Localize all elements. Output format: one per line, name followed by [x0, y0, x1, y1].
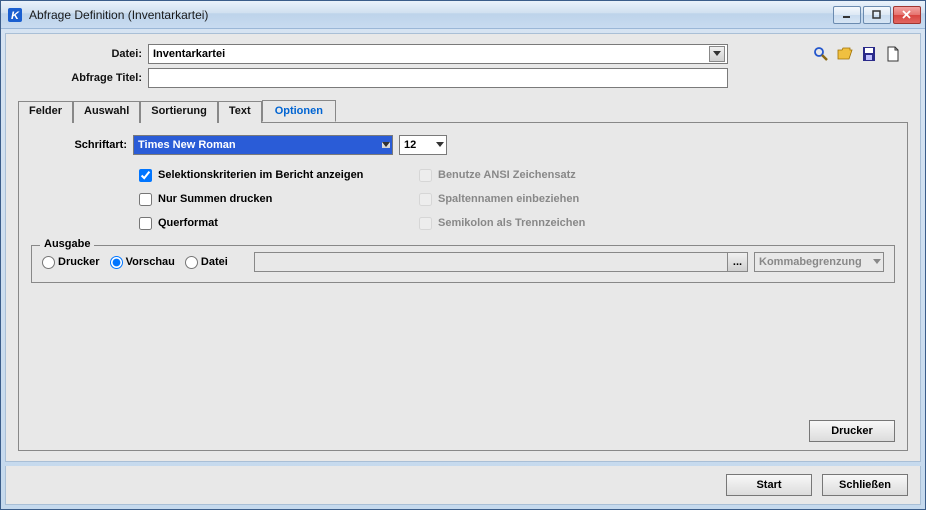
radio-vorschau[interactable]: Vorschau: [110, 256, 175, 269]
window-title: Abfrage Definition (Inventarkartei): [29, 8, 833, 22]
file-path-value: [255, 253, 727, 271]
chk-ansi: Benutze ANSI Zeichensatz: [419, 163, 699, 187]
datei-label: Datei:: [18, 48, 148, 60]
radio-drucker[interactable]: Drucker: [42, 256, 100, 269]
search-icon[interactable]: [812, 45, 830, 63]
abfrage-label: Abfrage Titel:: [18, 72, 148, 84]
chk-ansi-box: [419, 169, 432, 182]
browse-button[interactable]: ...: [727, 253, 747, 271]
radio-datei[interactable]: Datei: [185, 256, 228, 269]
schliessen-button[interactable]: Schließen: [822, 474, 908, 496]
chk-querformat[interactable]: Querformat: [139, 211, 419, 235]
font-size-combo[interactable]: 12: [399, 135, 447, 155]
content-area: Datei: Inventarkartei Abfrage Titel: Fel…: [5, 33, 921, 462]
ausgabe-fieldset: Ausgabe Drucker Vorschau Datei ... Komma…: [31, 245, 895, 283]
separator-value: Kommabegrenzung: [759, 256, 873, 268]
tab-felder[interactable]: Felder: [18, 101, 73, 123]
font-name-value: Times New Roman: [138, 139, 382, 151]
close-button[interactable]: [893, 6, 921, 24]
panel-buttons: Drucker: [31, 414, 895, 442]
chk-semikolon: Semikolon als Trennzeichen: [419, 211, 699, 235]
font-row: Schriftart: Times New Roman 12: [31, 135, 895, 155]
chk-spaltennamen-box: [419, 193, 432, 206]
chk-querformat-box[interactable]: [139, 217, 152, 230]
toolbar: [812, 45, 908, 63]
new-document-icon[interactable]: [884, 45, 902, 63]
maximize-button[interactable]: [863, 6, 891, 24]
output-radio-group: Drucker Vorschau Datei: [42, 256, 228, 269]
abfrage-titel-input[interactable]: [148, 68, 728, 88]
options-grid: Selektionskriterien im Bericht anzeigen …: [139, 163, 895, 235]
datei-value: Inventarkartei: [153, 48, 709, 60]
chevron-down-icon: [873, 259, 881, 265]
open-folder-icon[interactable]: [836, 45, 854, 63]
tab-text[interactable]: Text: [218, 101, 262, 123]
app-icon: K: [7, 7, 23, 23]
window-controls: [833, 6, 921, 24]
ausgabe-legend: Ausgabe: [40, 238, 94, 250]
tab-bar: Felder Auswahl Sortierung Text Optionen: [18, 100, 908, 123]
file-path-box: ...: [254, 252, 748, 272]
footer-buttons: Start Schließen: [5, 466, 921, 505]
drucker-button[interactable]: Drucker: [809, 420, 895, 442]
chevron-down-icon: [382, 142, 390, 148]
font-size-value: 12: [404, 139, 436, 151]
chk-spaltennamen: Spaltennamen einbeziehen: [419, 187, 699, 211]
svg-text:K: K: [11, 10, 20, 22]
chevron-down-icon: [436, 142, 444, 148]
tab-optionen[interactable]: Optionen: [262, 100, 336, 122]
titlebar: K Abfrage Definition (Inventarkartei): [1, 1, 925, 29]
datei-row: Datei: Inventarkartei: [18, 44, 908, 64]
chk-nur-summen[interactable]: Nur Summen drucken: [139, 187, 419, 211]
schriftart-label: Schriftart:: [31, 139, 133, 151]
start-button[interactable]: Start: [726, 474, 812, 496]
optionen-panel: Schriftart: Times New Roman 12 Selektion…: [18, 123, 908, 451]
chk-semikolon-box: [419, 217, 432, 230]
tab-sortierung[interactable]: Sortierung: [140, 101, 218, 123]
chk-selektionskriterien[interactable]: Selektionskriterien im Bericht anzeigen: [139, 163, 419, 187]
window-frame: K Abfrage Definition (Inventarkartei) Da…: [0, 0, 926, 510]
chk-selektionskriterien-box[interactable]: [139, 169, 152, 182]
chk-nur-summen-box[interactable]: [139, 193, 152, 206]
output-row: Drucker Vorschau Datei ... Kommabegrenzu…: [42, 252, 884, 272]
save-icon[interactable]: [860, 45, 878, 63]
font-name-combo[interactable]: Times New Roman: [133, 135, 393, 155]
datei-combo[interactable]: Inventarkartei: [148, 44, 728, 64]
minimize-button[interactable]: [833, 6, 861, 24]
abfrage-row: Abfrage Titel:: [18, 68, 908, 88]
separator-combo: Kommabegrenzung: [754, 252, 884, 272]
tab-auswahl[interactable]: Auswahl: [73, 101, 140, 123]
chevron-down-icon: [709, 46, 725, 62]
